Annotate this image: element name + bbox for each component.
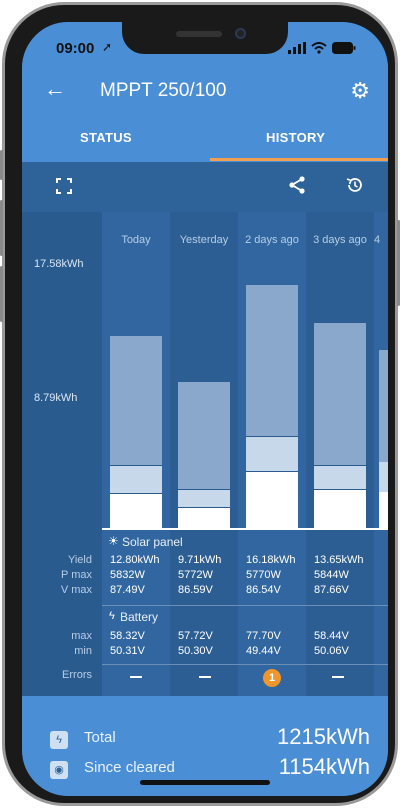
solar-value-vmax: 86.59V — [178, 584, 213, 596]
y-tick-label: 8.79kWh — [34, 392, 78, 404]
solar-value-pmax: 5844W — [314, 569, 349, 581]
row-label-errors: Errors — [62, 669, 92, 681]
day-label[interactable]: 2 days ago — [238, 234, 306, 246]
row-label-vmax: V max — [60, 584, 92, 596]
y-tick-label: 17.58kWh — [34, 258, 84, 270]
notch — [122, 22, 288, 54]
back-arrow-icon[interactable]: ← — [44, 76, 66, 102]
solar-value-pmax: 5772W — [178, 569, 213, 581]
solar-value-yield: 16.18kWh — [246, 554, 296, 566]
tab-history[interactable]: HISTORY — [266, 130, 325, 145]
reset-counter-icon: ◉ — [50, 761, 68, 779]
day-label-partial: 4 — [374, 234, 381, 246]
battery-value-min: 50.06V — [314, 645, 349, 657]
solar-value-vmax: 87.49V — [110, 584, 145, 596]
section-divider — [102, 664, 388, 665]
solar-value-pmax: 5832W — [110, 569, 145, 581]
battery-value-max: 58.44V — [314, 630, 349, 642]
section-divider — [102, 605, 388, 606]
tab-indicator — [210, 158, 388, 161]
battery-value-max: 58.32V — [110, 630, 145, 642]
total-label: Total — [84, 729, 116, 746]
chart-baseline — [102, 528, 388, 530]
side-button — [0, 150, 3, 180]
solar-value-vmax: 86.54V — [246, 584, 281, 596]
side-button — [0, 266, 3, 322]
solar-section-title: Solar panel — [122, 535, 183, 549]
bar-segment-middle — [110, 464, 162, 494]
gear-icon[interactable]: ⚙ — [350, 78, 370, 104]
wifi-icon — [311, 42, 327, 54]
partial-bar-segment — [379, 462, 388, 492]
battery-value-max: 57.72V — [178, 630, 213, 642]
bar-segment-bottom — [246, 470, 298, 528]
share-icon[interactable] — [288, 176, 306, 194]
battery-value-max: 77.70V — [246, 630, 281, 642]
lightning-total-icon: ϟ — [50, 731, 68, 749]
no-error-dash — [130, 676, 142, 678]
error-badge[interactable]: 1 — [263, 669, 281, 687]
battery-value-min: 49.44V — [246, 645, 281, 657]
bar-segment-top — [110, 335, 162, 465]
row-label-min: min — [74, 645, 92, 657]
solar-value-vmax: 87.66V — [314, 584, 349, 596]
page-title: MPPT 250/100 — [100, 80, 227, 101]
history-chart: Today Yesterday 2 days ago 3 days ago 4 … — [22, 212, 388, 696]
battery-value-min: 50.30V — [178, 645, 213, 657]
speaker — [176, 31, 222, 37]
no-error-dash — [332, 676, 344, 678]
day-label[interactable]: Today — [102, 234, 170, 246]
tab-status[interactable]: STATUS — [80, 130, 132, 145]
partial-bar-segment — [379, 350, 388, 462]
row-label-pmax: P max — [61, 569, 92, 581]
app-bar: ← MPPT 250/100 ⚙ — [22, 66, 388, 114]
solar-value-yield: 12.80kWh — [110, 554, 160, 566]
row-label-max: max — [71, 630, 92, 642]
bar-segment-bottom — [110, 493, 162, 528]
bar-segment-top — [178, 382, 230, 489]
no-error-dash — [199, 676, 211, 678]
since-cleared-value: 1154kWh — [278, 754, 370, 779]
lightning-icon: ϟ — [109, 610, 115, 622]
app-screen: 09:00 ➚ ← MPPT 250/100 ⚙ STATUS HISTORY … — [22, 22, 388, 796]
side-button — [0, 200, 3, 256]
bar-segment-middle — [246, 436, 298, 471]
day-label[interactable]: 3 days ago — [306, 234, 374, 246]
solar-value-yield: 13.65kWh — [314, 554, 364, 566]
tab-bar: STATUS HISTORY — [22, 114, 388, 162]
day-label[interactable]: Yesterday — [170, 234, 238, 246]
solar-value-yield: 9.71kWh — [178, 554, 222, 566]
bar-segment-top — [246, 285, 298, 437]
total-value: 1215kWh — [277, 724, 370, 749]
row-label-yield: Yield — [67, 554, 92, 566]
partial-bar-segment — [379, 492, 388, 528]
home-indicator — [140, 780, 270, 785]
history-toolbar — [22, 162, 388, 212]
status-time: 09:00 — [56, 40, 95, 57]
bar-segment-middle — [314, 464, 366, 489]
solar-value-pmax: 5770W — [246, 569, 281, 581]
bar-segment-bottom — [314, 488, 366, 528]
battery-value-min: 50.31V — [110, 645, 145, 657]
history-icon[interactable] — [346, 176, 364, 194]
location-arrow-icon: ➚ — [102, 40, 113, 54]
bar-segment-middle — [178, 488, 230, 507]
sun-icon: ☀ — [108, 534, 119, 548]
battery-icon — [332, 42, 356, 54]
bar-segment-bottom — [178, 506, 230, 528]
battery-section-title: Battery — [120, 610, 159, 624]
signal-icon — [288, 42, 306, 54]
since-cleared-label: Since cleared — [84, 759, 175, 776]
fullscreen-icon[interactable] — [56, 178, 72, 194]
phone-frame: 09:00 ➚ ← MPPT 250/100 ⚙ STATUS HISTORY … — [2, 2, 398, 806]
camera — [235, 28, 246, 39]
status-icons — [288, 42, 356, 54]
bar-segment-top — [314, 323, 366, 465]
